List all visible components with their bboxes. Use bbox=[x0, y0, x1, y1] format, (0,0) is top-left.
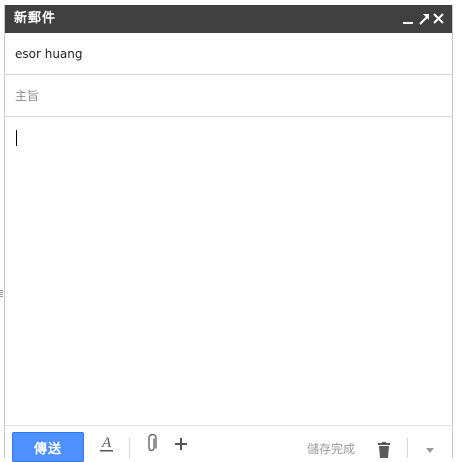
paperclip-icon[interactable] bbox=[144, 434, 160, 454]
to-field[interactable]: esor huang bbox=[5, 33, 452, 75]
expand-icon[interactable] bbox=[416, 10, 431, 28]
compose-window: 新郵件 esor huang 主旨 傳送 A 儲存完成 bbox=[4, 5, 453, 462]
resize-edge-marker bbox=[0, 290, 3, 298]
message-body[interactable] bbox=[5, 117, 452, 425]
toolbar-divider bbox=[129, 438, 130, 458]
chevron-down-icon[interactable] bbox=[423, 440, 437, 460]
compose-title: 新郵件 bbox=[14, 11, 57, 26]
save-status: 儲存完成 bbox=[307, 442, 356, 456]
compose-titlebar[interactable]: 新郵件 bbox=[5, 5, 452, 33]
recipient-chip[interactable]: esor huang bbox=[15, 46, 83, 62]
plus-icon[interactable] bbox=[173, 434, 189, 454]
svg-text:A: A bbox=[101, 435, 112, 451]
minimize-icon[interactable] bbox=[401, 10, 416, 28]
text-format-icon[interactable]: A bbox=[97, 434, 117, 454]
trash-icon[interactable] bbox=[376, 440, 392, 460]
subject-field[interactable]: 主旨 bbox=[5, 75, 452, 117]
window-controls bbox=[401, 8, 446, 30]
toolbar-divider bbox=[407, 438, 408, 458]
compose-toolbar: 傳送 A 儲存完成 bbox=[5, 425, 452, 462]
subject-placeholder: 主旨 bbox=[15, 89, 40, 103]
close-icon[interactable] bbox=[431, 10, 446, 28]
text-caret bbox=[16, 130, 17, 146]
